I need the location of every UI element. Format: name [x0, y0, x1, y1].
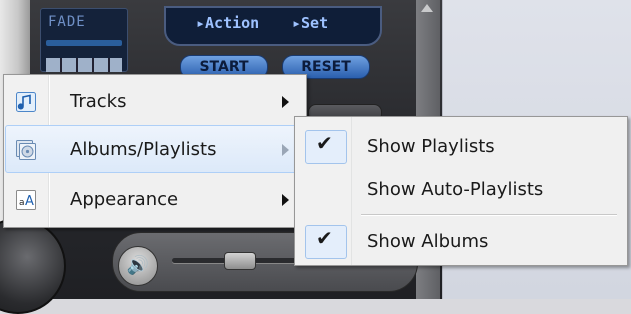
scroll-up-arrow-icon[interactable] — [421, 4, 433, 12]
submenu-item-show-auto-playlists[interactable]: Show Auto-Playlists — [297, 169, 623, 209]
submenu-item-label: Show Auto-Playlists — [367, 179, 544, 200]
lcd-level-bar — [46, 40, 122, 46]
submenu-item-show-playlists[interactable]: ✔ Show Playlists — [297, 126, 623, 166]
checkmark-icon: ✔ — [316, 226, 333, 250]
font-appearance-icon: a A — [16, 190, 36, 210]
album-disc-icon — [16, 140, 36, 160]
music-note-icon — [16, 92, 36, 112]
menu-separator — [361, 214, 617, 216]
svg-text:a: a — [19, 198, 25, 208]
menu-item-label: Appearance — [70, 189, 179, 210]
menu-item-label: Tracks — [70, 91, 127, 112]
volume-slider-thumb[interactable] — [224, 252, 256, 270]
lcd-fade-label: FADE — [48, 14, 86, 30]
albums-playlists-submenu: ✔ Show Playlists Show Auto-Playlists ✔ S… — [294, 116, 628, 266]
submenu-item-show-albums[interactable]: ✔ Show Albums — [297, 221, 623, 261]
submenu-item-label: Show Albums — [367, 231, 489, 252]
submenu-item-label: Show Playlists — [367, 136, 495, 157]
submenu-arrow-icon — [282, 194, 289, 206]
menu-item-appearance[interactable]: a A Appearance — [6, 176, 302, 222]
lcd-keys — [46, 58, 122, 72]
submenu-arrow-icon — [282, 96, 289, 108]
submenu-arrow-icon — [282, 144, 289, 156]
checkmark-icon: ✔ — [316, 131, 333, 155]
context-menu: Tracks Albums/Playlists a A Appearance — [3, 74, 307, 228]
action-button[interactable]: ▸Action — [196, 14, 259, 32]
set-button[interactable]: ▸Set — [292, 14, 328, 32]
menu-item-label: Albums/Playlists — [70, 139, 217, 160]
svg-text:A: A — [25, 194, 34, 209]
speaker-icon[interactable]: 🔊 — [118, 246, 158, 286]
menu-item-tracks[interactable]: Tracks — [6, 78, 302, 124]
menu-item-albums-playlists[interactable]: Albums/Playlists — [5, 125, 303, 173]
